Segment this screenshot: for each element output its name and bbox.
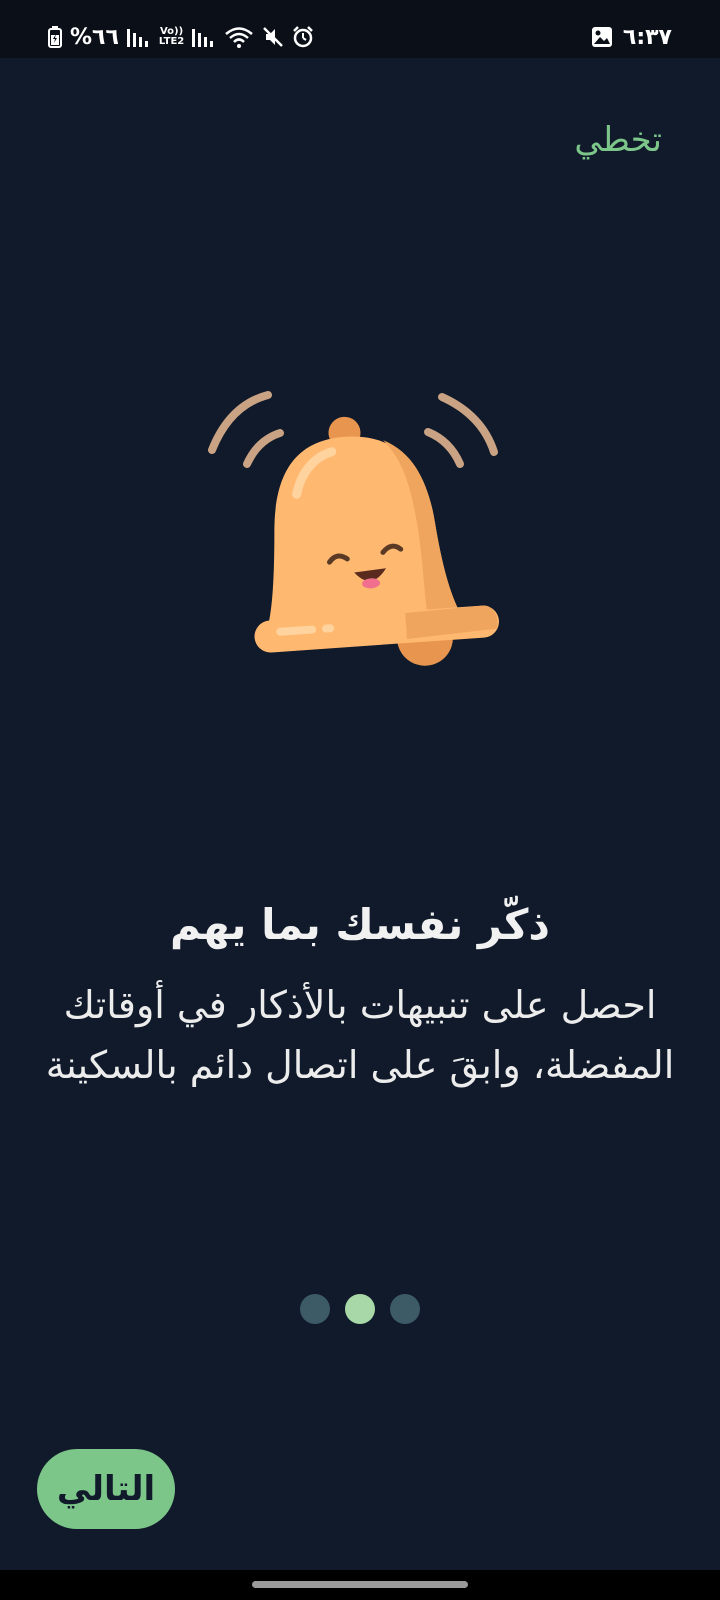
page-dot-3 (390, 1294, 420, 1324)
lte-label: LTE2 (158, 36, 185, 47)
skip-button[interactable]: تخطي (574, 120, 662, 160)
happy-bell-icon (200, 380, 520, 680)
alarm-icon (292, 26, 314, 48)
onboarding-title: ذكّر نفسك بما يهم (170, 900, 550, 949)
signal-icon (126, 27, 151, 47)
navigation-bar (0, 1570, 720, 1600)
status-bar: %٦٦ Vo)) LTE2 ٦:٣٧ (0, 0, 720, 58)
status-bar-right: ٦:٣٧ (591, 22, 672, 52)
next-button[interactable]: التالي (37, 1449, 175, 1529)
onboarding-description: احصل على تنبيهات بالأذكار في أوقاتك المف… (45, 983, 675, 1087)
signal-icon-2 (192, 27, 216, 47)
home-indicator[interactable] (252, 1581, 468, 1588)
wifi-icon (224, 26, 254, 48)
status-time: ٦:٣٧ (622, 24, 672, 50)
page-indicator (0, 1294, 720, 1324)
volte-lte-label: Vo)) LTE2 (159, 27, 184, 47)
page-dot-2-active (345, 1294, 375, 1324)
gallery-icon (591, 26, 613, 48)
onboarding-screen: %٦٦ Vo)) LTE2 ٦:٣٧ تخطي ذكّر نفسك بما يه… (0, 0, 720, 1600)
mute-icon (262, 26, 284, 48)
battery-percent: %٦٦ (70, 24, 119, 50)
battery-icon (48, 26, 62, 48)
page-dot-1 (300, 1294, 330, 1324)
status-bar-left: %٦٦ Vo)) LTE2 (48, 22, 314, 52)
